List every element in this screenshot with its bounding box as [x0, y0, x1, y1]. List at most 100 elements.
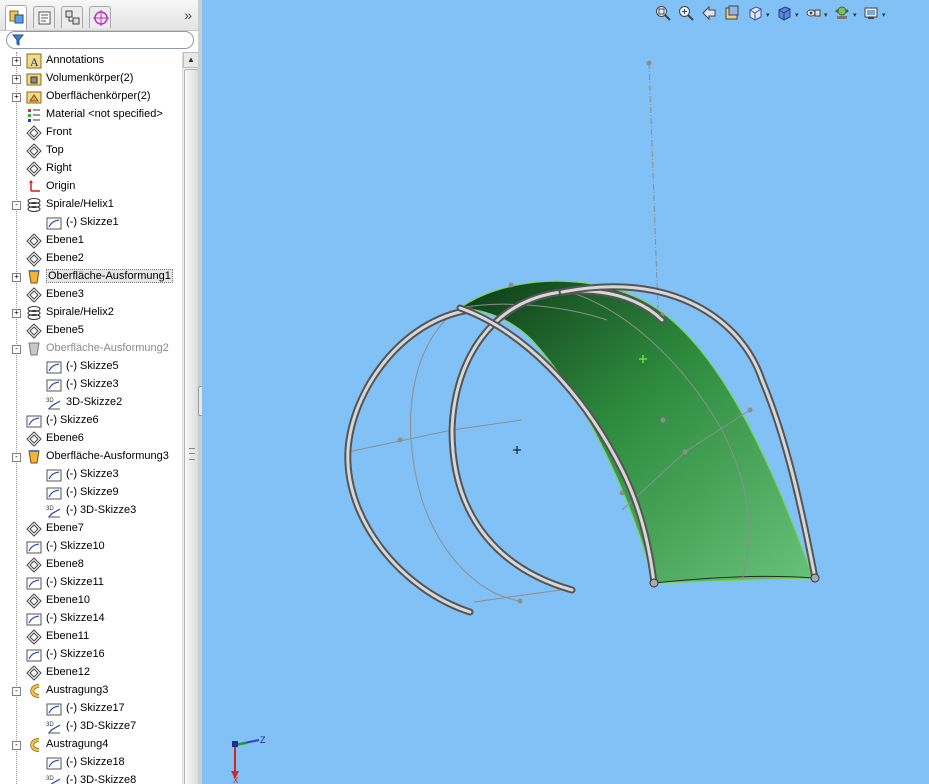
hide-show-icon: [805, 5, 823, 21]
tree-item[interactable]: (-) Skizze17: [0, 700, 182, 718]
expand-toggle[interactable]: +: [12, 93, 21, 102]
graphics-area[interactable]: Z X ▾ ▾ ▾ ▾ ▾: [202, 0, 929, 784]
tree-item-label: (-) Skizze14: [46, 612, 105, 624]
feature-filter-input[interactable]: [6, 31, 194, 49]
tree-item[interactable]: - Austragung3: [0, 682, 182, 700]
tree-item[interactable]: (-) Skizze14: [0, 610, 182, 628]
tree-item[interactable]: (-) Skizze3: [0, 376, 182, 394]
dropdown-arrow-icon[interactable]: ▾: [882, 11, 886, 19]
expand-toggle[interactable]: +: [12, 309, 21, 318]
section-view-button[interactable]: [724, 5, 742, 23]
feature-tree: + A Annotations + Volumenkörper(2) + Oberfläch…: [0, 52, 182, 784]
collapse-toggle[interactable]: -: [12, 741, 21, 750]
endpoint-handle[interactable]: [649, 578, 659, 588]
zoom-to-area-button[interactable]: [678, 5, 696, 23]
tree-item-label: (-) Skizze18: [66, 756, 125, 768]
expand-toggle[interactable]: +: [12, 273, 21, 282]
property-manager-tab[interactable]: [33, 6, 55, 28]
tree-item-label: Austragung4: [46, 738, 109, 750]
tree-item[interactable]: + Oberfläche-Ausformung1: [0, 268, 182, 286]
tree-item[interactable]: - Oberfläche-Ausformung2: [0, 340, 182, 358]
endpoint-handle[interactable]: [810, 573, 820, 583]
tree-item[interactable]: (-) Skizze3: [0, 466, 182, 484]
collapse-toggle[interactable]: -: [12, 201, 21, 210]
tree-item-label: Oberfläche-Ausformung1: [46, 269, 173, 283]
tree-item[interactable]: (-) Skizze5: [0, 358, 182, 376]
tree-item[interactable]: (-) Skizze9: [0, 484, 182, 502]
origin-cross-marker: [513, 446, 521, 454]
feature-manager-tab[interactable]: [5, 5, 27, 30]
tree-item[interactable]: Top: [0, 142, 182, 160]
crosshair-target-icon: [93, 10, 109, 26]
tree-item[interactable]: + Spirale/Helix2: [0, 304, 182, 322]
property-icon: [38, 11, 51, 25]
dimxpert-tab[interactable]: [89, 6, 111, 28]
tree-item[interactable]: Ebene1: [0, 232, 182, 250]
tree-item[interactable]: Material <not specified>: [0, 106, 182, 124]
expand-panel-button[interactable]: »: [184, 7, 192, 23]
tree-item[interactable]: Front: [0, 124, 182, 142]
tree-item[interactable]: Ebene11: [0, 628, 182, 646]
plane-icon: [26, 593, 42, 609]
tree-item[interactable]: 3D (-) 3D-Skizze8: [0, 772, 182, 784]
plane-icon: [26, 233, 42, 249]
tree-item[interactable]: 3D (-) 3D-Skizze7: [0, 718, 182, 736]
tree-item[interactable]: (-) Skizze11: [0, 574, 182, 592]
tree-item[interactable]: (-) Skizze6: [0, 412, 182, 430]
tree-item[interactable]: (-) Skizze16: [0, 646, 182, 664]
apply-scene-button[interactable]: [863, 5, 881, 23]
configuration-manager-tab[interactable]: [61, 6, 83, 28]
tree-item[interactable]: + Volumenkörper(2): [0, 70, 182, 88]
tree-item[interactable]: 3D (-) 3D-Skizze3: [0, 502, 182, 520]
tree-item[interactable]: Ebene8: [0, 556, 182, 574]
tree-item[interactable]: Ebene5: [0, 322, 182, 340]
sketch-icon: [46, 485, 62, 501]
tree-item[interactable]: - Oberfläche-Ausformung3: [0, 448, 182, 466]
model-canvas[interactable]: Z X: [202, 0, 929, 784]
collapse-toggle[interactable]: -: [12, 687, 21, 696]
hide-show-items-button[interactable]: [805, 5, 823, 23]
display-style-button[interactable]: [776, 5, 794, 23]
tree-item-label: (-) Skizze3: [66, 468, 119, 480]
tree-item[interactable]: Ebene6: [0, 430, 182, 448]
tree-item[interactable]: Right: [0, 160, 182, 178]
tree-item[interactable]: (-) Skizze18: [0, 754, 182, 772]
dropdown-arrow-icon[interactable]: ▾: [824, 11, 828, 19]
scroll-up-arrow[interactable]: ▲: [183, 52, 198, 68]
tree-item[interactable]: Origin: [0, 178, 182, 196]
edit-appearance-button[interactable]: [834, 5, 852, 23]
tree-scrollbar[interactable]: ▲: [182, 52, 198, 784]
tree-item-label: Ebene8: [46, 558, 84, 570]
solid-bodies-folder-icon: [26, 71, 42, 87]
collapse-toggle[interactable]: -: [12, 345, 21, 354]
tree-item[interactable]: Ebene10: [0, 592, 182, 610]
tree-item[interactable]: (-) Skizze1: [0, 214, 182, 232]
tree-item[interactable]: (-) Skizze10: [0, 538, 182, 556]
view-orientation-button[interactable]: [747, 5, 765, 23]
tree-item[interactable]: 3D 3D-Skizze2: [0, 394, 182, 412]
scroll-thumb[interactable]: [184, 69, 198, 784]
tree-item[interactable]: + A Annotations: [0, 52, 182, 70]
tree-item-label: Right: [46, 162, 72, 174]
expand-toggle[interactable]: +: [12, 57, 21, 66]
dropdown-arrow-icon[interactable]: ▾: [766, 11, 770, 19]
expand-toggle[interactable]: +: [12, 75, 21, 84]
tree-item[interactable]: + Oberflächenkörper(2): [0, 88, 182, 106]
tree-item-label: (-) 3D-Skizze7: [66, 720, 137, 732]
previous-view-button[interactable]: [701, 5, 719, 23]
tree-item[interactable]: - Spirale/Helix1: [0, 196, 182, 214]
tree-item-label: (-) Skizze9: [66, 486, 119, 498]
tree-item[interactable]: Ebene7: [0, 520, 182, 538]
dropdown-arrow-icon[interactable]: ▾: [853, 11, 857, 19]
configuration-icon: [65, 10, 80, 25]
collapse-toggle[interactable]: -: [12, 453, 21, 462]
loft-surface[interactable]: [458, 280, 814, 584]
tree-item[interactable]: Ebene2: [0, 250, 182, 268]
tree-item-label: Ebene5: [46, 324, 84, 336]
tree-item[interactable]: Ebene12: [0, 664, 182, 682]
tree-item[interactable]: - Austragung4: [0, 736, 182, 754]
tree-item[interactable]: Ebene3: [0, 286, 182, 304]
zoom-to-fit-button[interactable]: [655, 5, 673, 23]
dropdown-arrow-icon[interactable]: ▾: [795, 11, 799, 19]
tree-item-label: (-) Skizze6: [46, 414, 99, 426]
